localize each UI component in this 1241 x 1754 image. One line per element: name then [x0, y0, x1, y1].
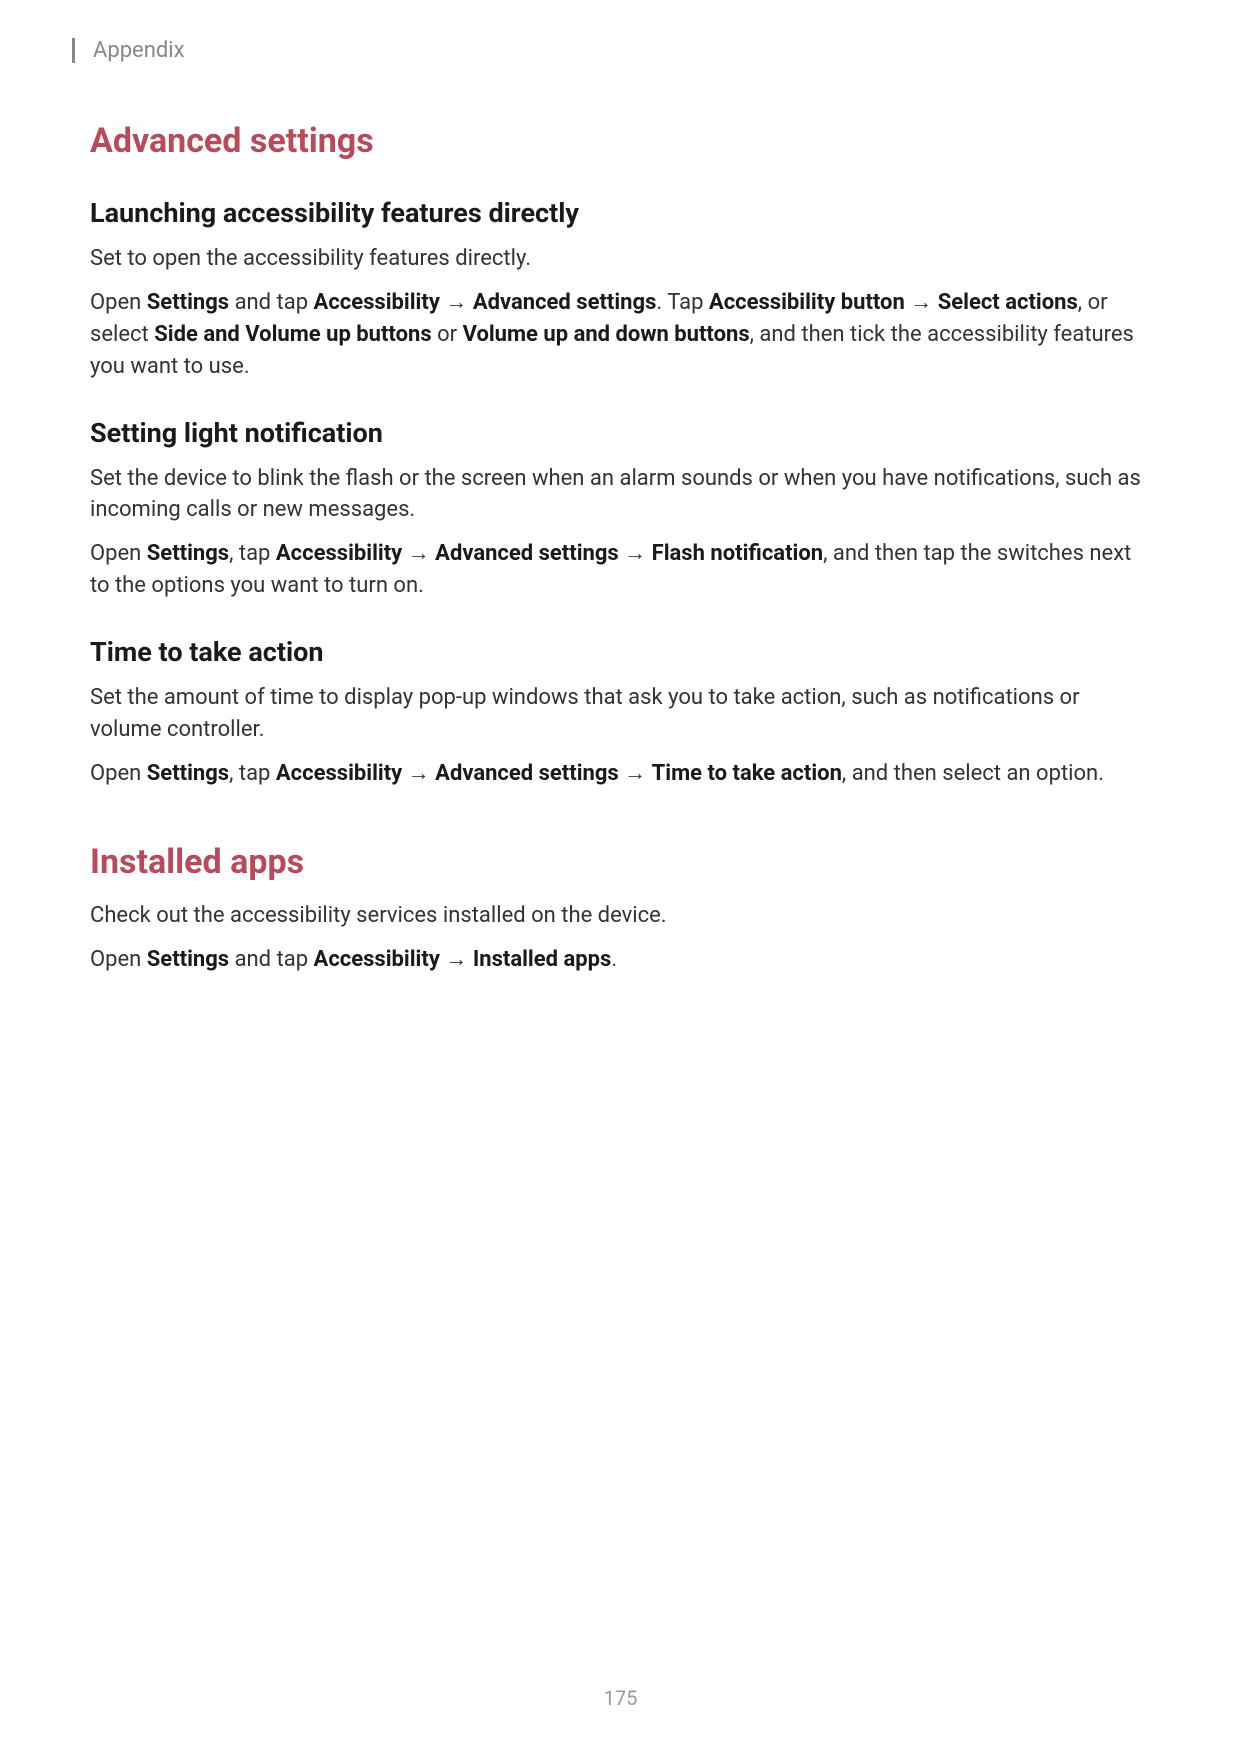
- text-fragment: Open: [90, 290, 147, 315]
- text-bold: Settings: [147, 541, 229, 566]
- subsection-light-notification: Setting light notification: [90, 417, 1151, 449]
- text-bold: Time to take action: [652, 761, 842, 786]
- text-bold: Settings: [147, 761, 229, 786]
- text-bold: Side and Volume up buttons: [154, 322, 431, 347]
- body-text: Set to open the accessibility features d…: [90, 243, 1151, 275]
- text-fragment: or: [432, 322, 463, 347]
- body-text: Open Settings and tap Accessibility → In…: [90, 944, 1151, 976]
- text-bold: Volume up and down buttons: [463, 322, 750, 347]
- section-title-installed: Installed apps: [90, 842, 1151, 882]
- arrow-icon: →: [905, 290, 938, 315]
- body-text: Check out the accessibility services ins…: [90, 900, 1151, 932]
- text-bold: Select actions: [938, 290, 1078, 315]
- body-text: Open Settings, tap Accessibility → Advan…: [90, 538, 1151, 602]
- subsection-launching: Launching accessibility features directl…: [90, 197, 1151, 229]
- subsection-time-to-action: Time to take action: [90, 636, 1151, 668]
- body-text: Open Settings, tap Accessibility → Advan…: [90, 758, 1151, 790]
- text-fragment: , tap: [229, 761, 276, 786]
- text-fragment: . Tap: [656, 290, 709, 315]
- text-bold: Accessibility: [276, 761, 402, 786]
- section-title-advanced: Advanced settings: [90, 121, 1151, 161]
- page-number: 175: [0, 1686, 1241, 1710]
- arrow-icon: →: [619, 541, 652, 566]
- header-bar: Appendix: [72, 38, 1151, 63]
- text-fragment: , tap: [229, 541, 276, 566]
- text-bold: Advanced settings: [435, 541, 619, 566]
- body-text: Set the amount of time to display pop-up…: [90, 682, 1151, 746]
- text-bold: Advanced settings: [473, 290, 657, 315]
- text-bold: Installed apps: [473, 947, 612, 972]
- arrow-icon: →: [402, 761, 435, 786]
- text-fragment: Open: [90, 541, 147, 566]
- arrow-icon: →: [440, 290, 473, 315]
- text-bold: Advanced settings: [435, 761, 619, 786]
- text-fragment: and tap: [229, 290, 313, 315]
- text-bold: Settings: [147, 290, 229, 315]
- arrow-icon: →: [619, 761, 652, 786]
- arrow-icon: →: [402, 541, 435, 566]
- breadcrumb: Appendix: [93, 38, 1151, 63]
- text-fragment: Open: [90, 947, 147, 972]
- page-container: Appendix Advanced settings Launching acc…: [0, 0, 1241, 976]
- text-fragment: .: [611, 947, 617, 972]
- text-bold: Accessibility: [314, 290, 440, 315]
- text-bold: Flash notification: [652, 541, 823, 566]
- section-advanced-settings: Advanced settings Launching accessibilit…: [90, 121, 1151, 790]
- text-bold: Settings: [147, 947, 229, 972]
- section-installed-apps: Installed apps Check out the accessibili…: [90, 842, 1151, 976]
- text-bold: Accessibility: [276, 541, 402, 566]
- arrow-icon: →: [440, 947, 473, 972]
- text-fragment: , and then select an option.: [842, 761, 1104, 786]
- text-bold: Accessibility: [314, 947, 440, 972]
- text-bold: Accessibility button: [709, 290, 905, 315]
- text-fragment: Open: [90, 761, 147, 786]
- body-text: Open Settings and tap Accessibility → Ad…: [90, 287, 1151, 383]
- body-text: Set the device to blink the flash or the…: [90, 463, 1151, 527]
- text-fragment: and tap: [229, 947, 313, 972]
